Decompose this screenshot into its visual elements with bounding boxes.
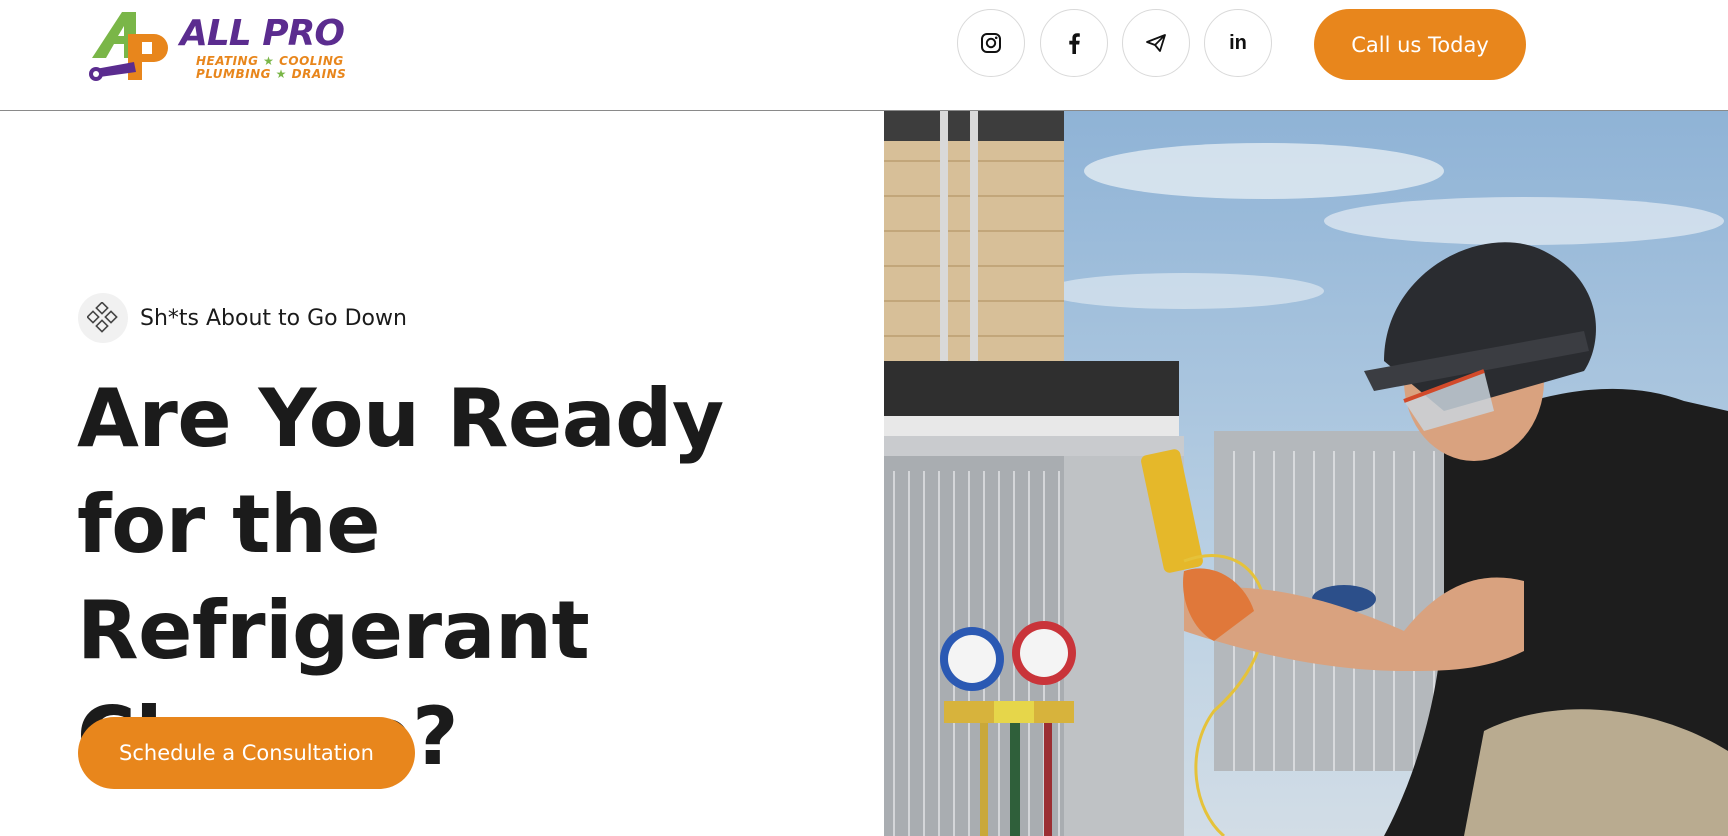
diamond-grid-icon — [78, 293, 128, 343]
site-header: ALL PRO HEATING ★ COOLING PLUMBING ★ DRA… — [0, 0, 1728, 111]
all-pro-logo[interactable]: ALL PRO HEATING ★ COOLING PLUMBING ★ DRA… — [88, 8, 378, 84]
facebook-icon — [1069, 33, 1080, 54]
ap-monogram-icon — [89, 12, 168, 81]
telegram-button[interactable] — [1122, 9, 1190, 77]
call-us-button[interactable]: Call us Today — [1314, 9, 1526, 80]
brand-name: ALL PRO — [180, 13, 345, 54]
hvac-technician-photo — [884, 111, 1728, 836]
linkedin-button[interactable]: in — [1204, 9, 1272, 77]
instagram-icon — [981, 33, 1001, 53]
hero-eyebrow: Sh*ts About to Go Down — [78, 293, 407, 343]
facebook-button[interactable] — [1040, 9, 1108, 77]
send-icon — [1146, 34, 1166, 52]
brand-tagline-line-2: PLUMBING ★ DRAINS — [196, 67, 347, 81]
linkedin-icon: in — [1229, 31, 1247, 54]
instagram-button[interactable] — [957, 9, 1025, 77]
hero-eyebrow-text: Sh*ts About to Go Down — [140, 305, 407, 331]
schedule-consultation-button[interactable]: Schedule a Consultation — [78, 717, 415, 789]
